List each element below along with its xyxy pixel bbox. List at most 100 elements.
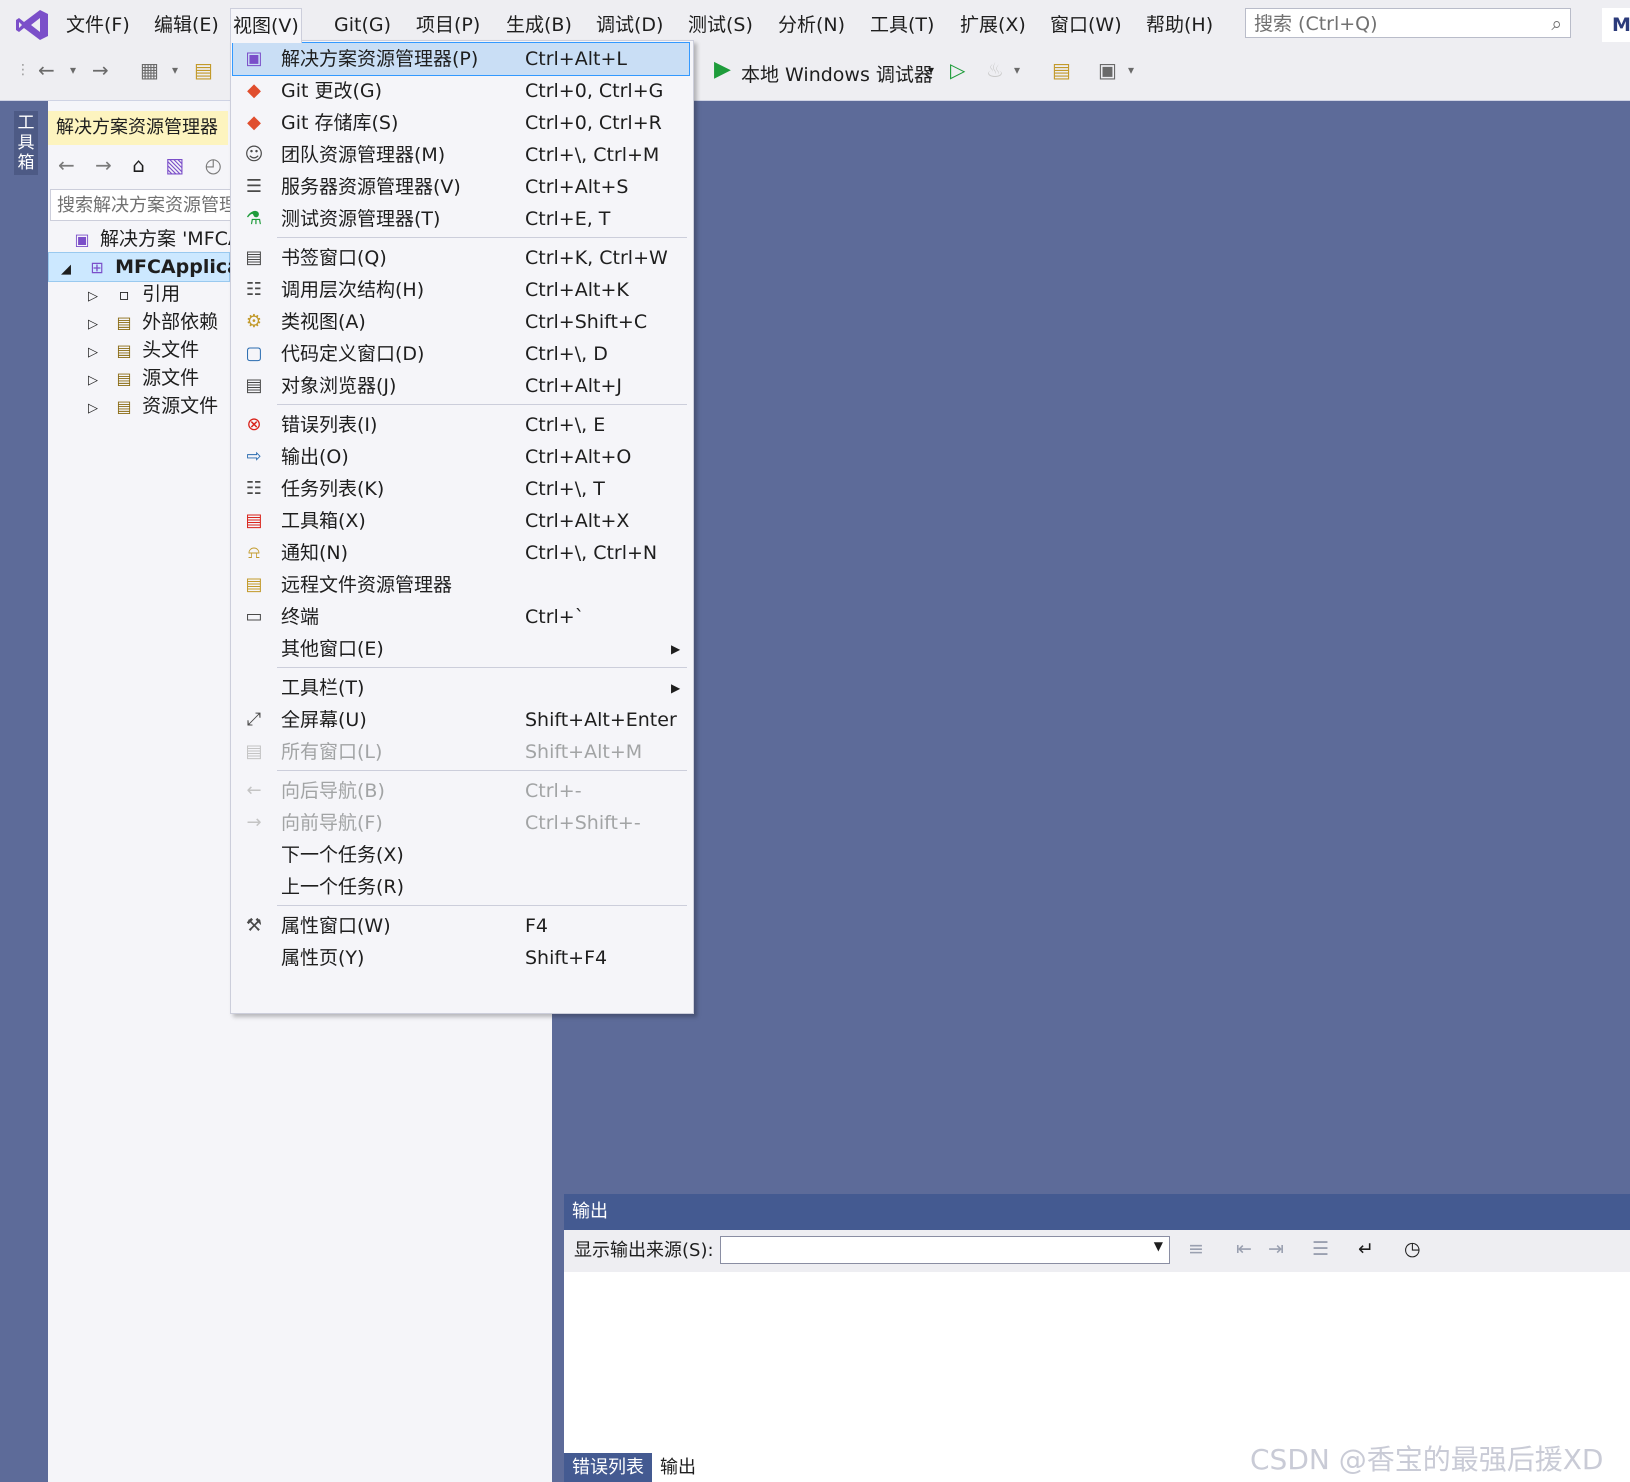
clear-all-icon[interactable]: ☰ bbox=[1312, 1238, 1329, 1260]
menu-item-label: 调用层次结构(H) bbox=[281, 279, 425, 301]
tree-item-resources[interactable]: ▷ ▤ 资源文件 bbox=[88, 392, 218, 420]
collapsed-arrow-icon[interactable]: ▷ bbox=[88, 367, 106, 395]
clock-icon[interactable]: ◷ bbox=[1404, 1238, 1421, 1260]
menu-project[interactable]: 项目(P) bbox=[414, 10, 482, 40]
menu-item-label: 类视图(A) bbox=[281, 311, 366, 333]
global-search-input[interactable]: 搜索 (Ctrl+Q) ⌕ bbox=[1245, 8, 1571, 38]
tree-item-label: MFCApplica bbox=[115, 256, 240, 278]
collapsed-arrow-icon[interactable]: ▷ bbox=[88, 339, 106, 367]
home-icon[interactable]: ⌂ bbox=[132, 153, 145, 177]
menu-item-previous-task[interactable]: 上一个任务(R) bbox=[233, 871, 689, 903]
menu-debug[interactable]: 调试(D) bbox=[594, 10, 665, 40]
back-icon[interactable]: ← bbox=[58, 153, 75, 177]
menu-item-class-view[interactable]: ⚙ 类视图(A) Ctrl+Shift+C bbox=[233, 306, 689, 338]
tree-item-solution[interactable]: ▣ 解决方案 'MFCA bbox=[70, 225, 240, 253]
menu-item-label: 全屏幕(U) bbox=[281, 709, 367, 731]
solution-explorer-icon: ▣ bbox=[245, 48, 263, 69]
collapsed-arrow-icon[interactable]: ▷ bbox=[88, 395, 106, 423]
menu-item-team-explorer[interactable]: ☺ 团队资源管理器(M) Ctrl+\, Ctrl+M bbox=[233, 139, 689, 171]
menu-window[interactable]: 窗口(W) bbox=[1048, 10, 1124, 40]
history-icon[interactable]: ◴ bbox=[205, 153, 222, 177]
menu-item-remote-files[interactable]: ▤ 远程文件资源管理器 bbox=[233, 569, 689, 601]
chevron-down-icon[interactable]: ▾ bbox=[1014, 50, 1020, 90]
menu-file[interactable]: 文件(F) bbox=[64, 10, 132, 40]
tree-item-project[interactable]: ◢ ⊞ MFCApplica bbox=[48, 252, 240, 284]
output-panel-title[interactable]: 输出 bbox=[564, 1194, 1630, 1230]
start-debug-icon[interactable]: ▶ bbox=[714, 50, 731, 90]
menu-item-task-list[interactable]: ☷ 任务列表(K) Ctrl+\, T bbox=[233, 473, 689, 505]
find-message-icon[interactable]: ≡ bbox=[1188, 1238, 1204, 1260]
tab-output[interactable]: 输出 bbox=[652, 1453, 704, 1482]
tree-item-external-deps[interactable]: ▷ ▤ 外部依赖 bbox=[88, 308, 218, 336]
menu-item-solution-explorer[interactable]: ▣ 解决方案资源管理器(P) Ctrl+Alt+L bbox=[232, 42, 690, 76]
menu-tools[interactable]: 工具(T) bbox=[868, 10, 936, 40]
open-folder-icon[interactable]: ▤ bbox=[194, 50, 213, 90]
start-without-debug-icon[interactable]: ▷ bbox=[950, 50, 965, 90]
menu-item-properties-window[interactable]: ⚒ 属性窗口(W) F4 bbox=[233, 910, 689, 942]
menu-item-toolbars[interactable]: 工具栏(T) ▶ bbox=[233, 672, 689, 704]
chevron-down-icon[interactable]: ▾ bbox=[172, 50, 178, 90]
chevron-down-icon[interactable]: ▾ bbox=[70, 50, 76, 90]
menu-item-output[interactable]: ⇨ 输出(O) Ctrl+Alt+O bbox=[233, 441, 689, 473]
menu-item-shortcut: Ctrl+Alt+S bbox=[525, 176, 629, 198]
menu-help[interactable]: 帮助(H) bbox=[1144, 10, 1215, 40]
tree-item-references[interactable]: ▷ ▫ 引用 bbox=[88, 280, 180, 308]
menu-item-git-repository[interactable]: ◆ Git 存储库(S) Ctrl+0, Ctrl+R bbox=[233, 107, 689, 139]
menu-view[interactable]: 视图(V) bbox=[230, 8, 302, 43]
menu-item-notifications[interactable]: ⍾ 通知(N) Ctrl+\, Ctrl+N bbox=[233, 537, 689, 569]
menu-test[interactable]: 测试(S) bbox=[686, 10, 755, 40]
menu-analyze[interactable]: 分析(N) bbox=[776, 10, 847, 40]
collapsed-arrow-icon[interactable]: ▷ bbox=[88, 311, 106, 339]
account-button[interactable]: M bbox=[1602, 8, 1630, 42]
forward-icon[interactable]: → bbox=[95, 153, 112, 177]
menu-item-full-screen[interactable]: ⤢ 全屏幕(U) Shift+Alt+Enter bbox=[233, 704, 689, 736]
toolbox-tab[interactable]: 工具箱 bbox=[14, 111, 38, 175]
menu-extensions[interactable]: 扩展(X) bbox=[958, 10, 1028, 40]
menu-item-error-list[interactable]: ⊗ 错误列表(I) Ctrl+\, E bbox=[233, 409, 689, 441]
menu-item-label: Git 更改(G) bbox=[281, 80, 383, 102]
navigate-forward-icon[interactable]: → bbox=[92, 50, 109, 90]
tree-item-headers[interactable]: ▷ ▤ 头文件 bbox=[88, 336, 199, 364]
menu-item-navigate-forward[interactable]: → 向前导航(F) Ctrl+Shift+- bbox=[233, 807, 689, 839]
menu-git[interactable]: Git(G) bbox=[332, 10, 393, 40]
find-in-files-icon[interactable]: ▤ bbox=[1052, 50, 1071, 90]
collapsed-arrow-icon[interactable]: ▷ bbox=[88, 283, 106, 311]
toolbar-overflow-icon[interactable]: ▾ bbox=[1128, 50, 1134, 90]
menu-item-call-hierarchy[interactable]: ☷ 调用层次结构(H) Ctrl+Alt+K bbox=[233, 274, 689, 306]
solution-icon: ▣ bbox=[74, 230, 90, 249]
chevron-down-icon[interactable]: ▾ bbox=[928, 50, 934, 90]
expanded-arrow-icon[interactable]: ◢ bbox=[61, 256, 79, 284]
solution-explorer-title[interactable]: 解决方案资源管理器 bbox=[48, 111, 228, 145]
start-debug-button[interactable]: 本地 Windows 调试器 bbox=[741, 60, 933, 87]
menu-item-navigate-back[interactable]: ← 向后导航(B) Ctrl+- bbox=[233, 775, 689, 807]
menu-item-label: 属性窗口(W) bbox=[281, 915, 391, 937]
menu-edit[interactable]: 编辑(E) bbox=[152, 10, 221, 40]
menu-item-bookmark-window[interactable]: ▤ 书签窗口(Q) Ctrl+K, Ctrl+W bbox=[233, 242, 689, 274]
menu-build[interactable]: 生成(B) bbox=[504, 10, 574, 40]
word-wrap-icon[interactable]: ↵ bbox=[1358, 1238, 1374, 1260]
hot-reload-icon[interactable]: ♨ bbox=[986, 50, 1004, 90]
menu-item-server-explorer[interactable]: ☰ 服务器资源管理器(V) Ctrl+Alt+S bbox=[233, 171, 689, 203]
switch-views-icon[interactable]: ▧ bbox=[165, 153, 184, 177]
next-message-icon[interactable]: ⇥ bbox=[1268, 1238, 1284, 1260]
previous-message-icon[interactable]: ⇤ bbox=[1236, 1238, 1252, 1260]
menu-item-next-task[interactable]: 下一个任务(X) bbox=[233, 839, 689, 871]
menu-item-object-browser[interactable]: ▤ 对象浏览器(J) Ctrl+Alt+J bbox=[233, 370, 689, 402]
tree-item-sources[interactable]: ▷ ▤ 源文件 bbox=[88, 364, 199, 392]
menu-item-other-windows[interactable]: 其他窗口(E) ▶ bbox=[233, 633, 689, 665]
new-project-icon[interactable]: ▦ bbox=[140, 50, 159, 90]
menu-item-terminal[interactable]: ▭ 终端 Ctrl+` bbox=[233, 601, 689, 633]
output-source-select[interactable]: ▼ bbox=[720, 1236, 1170, 1264]
menu-item-test-explorer[interactable]: ⚗ 测试资源管理器(T) Ctrl+E, T bbox=[233, 203, 689, 235]
menu-item-all-windows[interactable]: ▤ 所有窗口(L) Shift+Alt+M bbox=[233, 736, 689, 768]
menu-item-git-changes[interactable]: ◆ Git 更改(G) Ctrl+0, Ctrl+G bbox=[233, 75, 689, 107]
tab-error-list[interactable]: 错误列表 bbox=[564, 1453, 652, 1482]
visual-studio-logo-icon[interactable] bbox=[14, 8, 50, 42]
menu-item-toolbox[interactable]: ▤ 工具箱(X) Ctrl+Alt+X bbox=[233, 505, 689, 537]
menu-item-code-definition[interactable]: ▢ 代码定义窗口(D) Ctrl+\, D bbox=[233, 338, 689, 370]
menu-item-property-pages[interactable]: 属性页(Y) Shift+F4 bbox=[233, 942, 689, 974]
toolbar-grip-icon[interactable]: ⋮ bbox=[16, 50, 30, 90]
navigate-back-icon[interactable]: ← bbox=[38, 50, 55, 90]
menu-item-label: 所有窗口(L) bbox=[281, 741, 383, 763]
window-layout-icon[interactable]: ▣ bbox=[1098, 50, 1117, 90]
